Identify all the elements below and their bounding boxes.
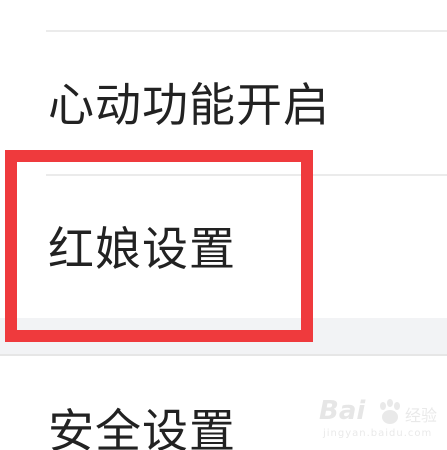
settings-item-matchmaker[interactable]: 红娘设置 bbox=[0, 176, 447, 318]
settings-item-security[interactable]: 安全设置 bbox=[0, 356, 447, 450]
settings-item-label: 安全设置 bbox=[48, 404, 236, 450]
settings-item-heartbeat[interactable]: 心动功能开启 bbox=[0, 32, 447, 174]
settings-item-label: 红娘设置 bbox=[48, 222, 236, 276]
settings-item-label: 心动功能开启 bbox=[48, 78, 330, 132]
section-separator bbox=[0, 318, 447, 356]
